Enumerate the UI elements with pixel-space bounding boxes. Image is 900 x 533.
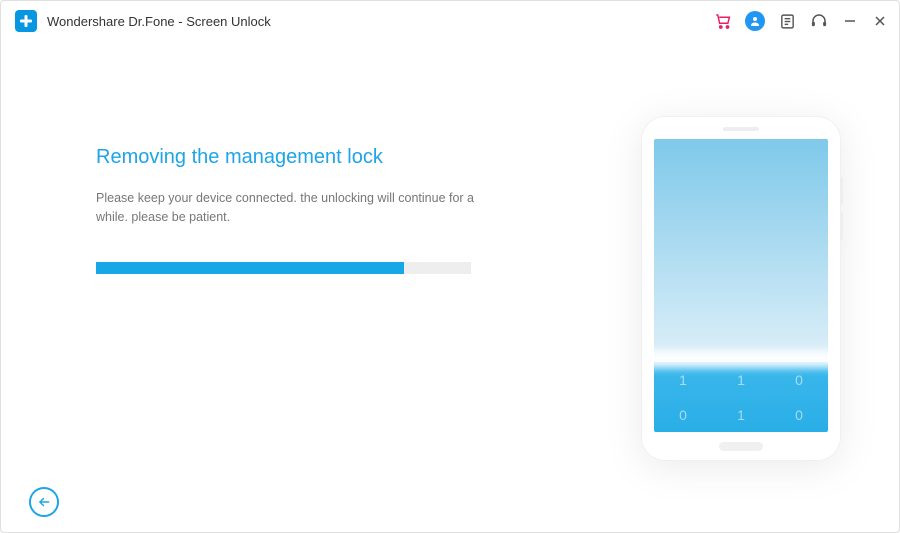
back-button[interactable]: [29, 487, 59, 517]
app-title: Wondershare Dr.Fone - Screen Unlock: [47, 14, 271, 29]
feedback-icon[interactable]: [777, 11, 797, 31]
minimize-button[interactable]: [841, 12, 859, 30]
footer: [1, 472, 899, 532]
titlebar: Wondershare Dr.Fone - Screen Unlock: [1, 1, 899, 41]
phone-illustration: 1 1 0 0 1 0: [641, 116, 841, 461]
support-icon[interactable]: [809, 11, 829, 31]
app-window: Wondershare Dr.Fone - Screen Unlock: [0, 0, 900, 533]
account-icon[interactable]: [745, 11, 765, 31]
progress-fill: [96, 262, 404, 274]
app-logo-icon: [15, 10, 37, 32]
titlebar-actions: [713, 1, 889, 41]
phone-keypad: 1 1 0 0 1 0: [654, 362, 828, 432]
close-button[interactable]: [871, 12, 889, 30]
progress-bar: [96, 262, 471, 274]
page-subtext: Please keep your device connected. the u…: [96, 189, 496, 227]
main-content: Removing the management lock Please keep…: [1, 41, 899, 472]
cart-icon[interactable]: [713, 11, 733, 31]
